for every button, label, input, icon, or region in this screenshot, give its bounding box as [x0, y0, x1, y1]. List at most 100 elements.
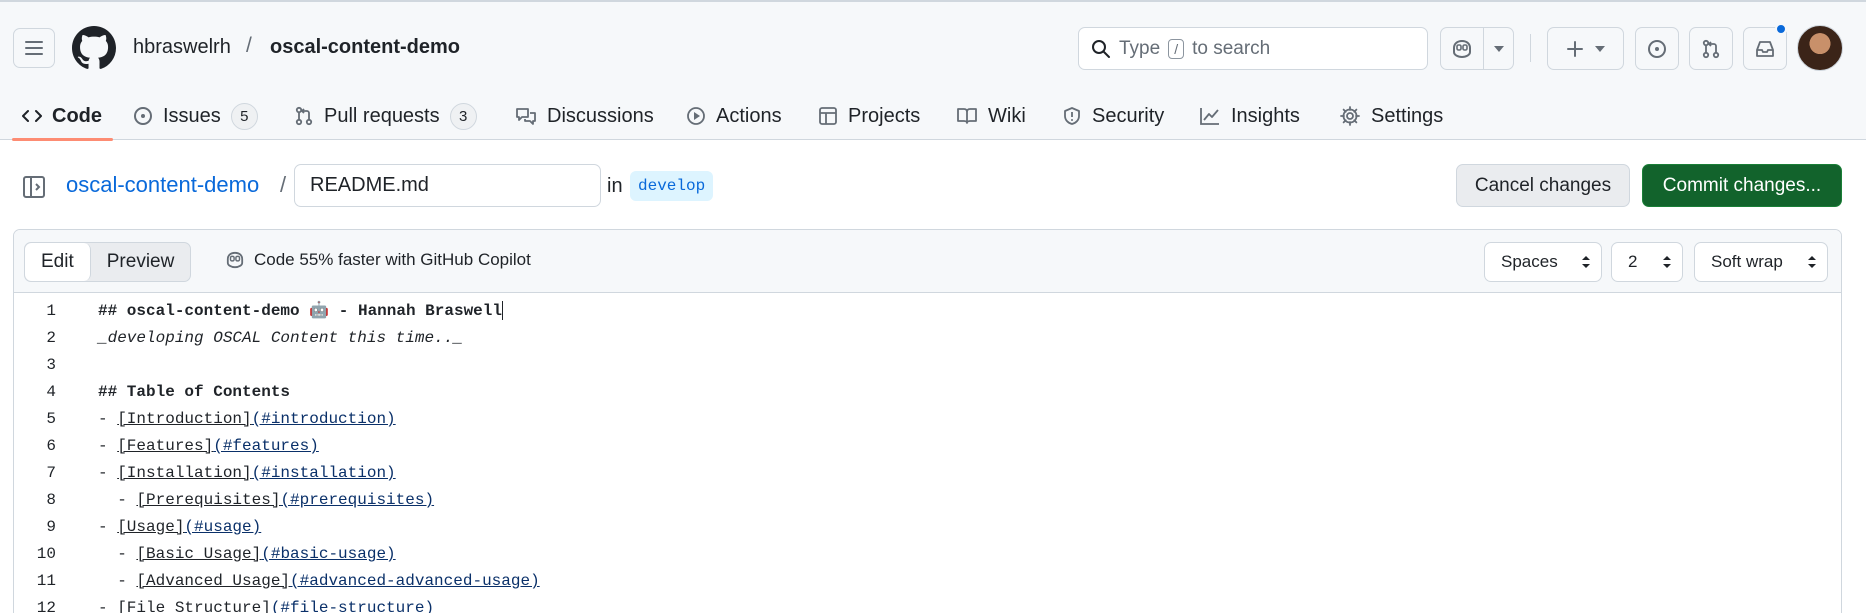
line-number: 3	[46, 356, 56, 374]
header-divider	[1530, 34, 1531, 62]
issue-opened-icon	[1648, 39, 1666, 58]
wrap-mode-value: Soft wrap	[1711, 252, 1783, 271]
link-text: [Basic Usage]	[136, 545, 262, 563]
cancel-changes-button[interactable]: Cancel changes	[1456, 164, 1630, 207]
file-breadcrumb-repo[interactable]: oscal-content-demo	[66, 172, 259, 198]
search-input[interactable]: Type / to search	[1078, 27, 1428, 70]
code-line: 8 - [Prerequisites](#prerequisites)	[14, 487, 1841, 514]
table-icon	[819, 107, 837, 125]
pull-requests-button[interactable]	[1689, 27, 1733, 70]
link-text: [Features]	[117, 437, 214, 455]
tab-wiki[interactable]: Wiki	[956, 92, 1026, 140]
copilot-hint[interactable]: Code 55% faster with GitHub Copilot	[224, 250, 531, 270]
issues-counter: 5	[230, 102, 258, 130]
repo-navigation: Code Issues 5 Pull requests 3 Discussion…	[0, 92, 1866, 140]
user-avatar[interactable]	[1797, 25, 1843, 71]
line-number: 2	[46, 329, 56, 347]
code-text: _developing OSCAL Content this time.._	[98, 329, 463, 347]
tab-discussions[interactable]: Discussions	[515, 92, 654, 140]
triangle-down-icon	[1594, 45, 1605, 52]
tab-discussions-label: Discussions	[547, 104, 654, 127]
copilot-split-button	[1440, 27, 1514, 70]
code-text: - [Usage](#usage)	[98, 518, 262, 536]
code-line: 9 - [Usage](#usage)	[14, 514, 1841, 541]
code-line: 7 - [Installation](#installation)	[14, 460, 1841, 487]
code-text: - [Basic Usage](#basic-usage)	[98, 545, 396, 563]
triangle-down-icon	[1493, 45, 1504, 52]
tab-wiki-label: Wiki	[988, 104, 1026, 127]
issue-opened-icon	[134, 107, 152, 125]
file-editor: Edit Preview Code 55% faster with GitHub…	[13, 229, 1842, 613]
select-arrows-icon	[1582, 256, 1590, 268]
link-href: (#prerequisites)	[280, 491, 435, 509]
code-line: 1 ## oscal-content-demo 🤖 - Hannah Brasw…	[14, 298, 1841, 325]
git-pull-request-icon	[1702, 39, 1720, 58]
link-href: (#file-structure)	[270, 599, 435, 613]
plus-icon	[1566, 40, 1583, 57]
branch-prefix-label: in	[607, 175, 623, 197]
indent-size-select[interactable]: 2	[1611, 242, 1683, 282]
graph-icon	[1200, 108, 1219, 125]
tab-code-label: Code	[52, 104, 102, 127]
breadcrumb-owner[interactable]: hbraswelrh	[133, 36, 231, 59]
link-href: (#introduction)	[251, 410, 396, 428]
code-line: 11 - [Advanced Usage](#advanced-advanced…	[14, 568, 1841, 595]
tab-actions-label: Actions	[716, 104, 782, 127]
indent-mode-select[interactable]: Spaces	[1484, 242, 1602, 282]
indent-mode-value: Spaces	[1501, 252, 1558, 271]
wrap-mode-select[interactable]: Soft wrap	[1694, 242, 1828, 282]
link-text: [Prerequisites]	[136, 491, 281, 509]
tab-security[interactable]: Security	[1062, 92, 1164, 140]
link-text: [Advanced Usage]	[136, 572, 291, 590]
line-number: 1	[46, 302, 56, 320]
link-href: (#installation)	[251, 464, 396, 482]
pulls-counter: 3	[449, 102, 477, 130]
line-number: 7	[46, 464, 56, 482]
tab-issues[interactable]: Issues 5	[133, 92, 258, 140]
notification-indicator	[1775, 23, 1787, 35]
tab-code[interactable]: Code	[22, 92, 102, 140]
code-line: 2 _developing OSCAL Content this time.._	[14, 325, 1841, 352]
search-shortcut-key: /	[1168, 38, 1185, 59]
book-icon	[957, 108, 977, 124]
line-number: 4	[46, 383, 56, 401]
code-text: - [Prerequisites](#prerequisites)	[98, 491, 435, 509]
tab-issues-label: Issues	[163, 104, 221, 127]
create-new-content	[1548, 28, 1623, 69]
shield-icon	[1064, 107, 1080, 125]
create-new-button[interactable]	[1547, 27, 1624, 70]
code-text: ## oscal-content-demo 🤖 - Hannah Braswel…	[98, 301, 503, 321]
tab-security-label: Security	[1092, 104, 1165, 127]
tab-settings[interactable]: Settings	[1339, 92, 1443, 140]
link-text: [Usage]	[117, 518, 185, 536]
tab-insights[interactable]: Insights	[1199, 92, 1300, 140]
tab-edit[interactable]: Edit	[25, 243, 91, 281]
copilot-hint-text: Code 55% faster with GitHub Copilot	[254, 250, 531, 269]
tab-preview[interactable]: Preview	[91, 243, 191, 281]
sidebar-expand-icon[interactable]	[22, 175, 46, 199]
commit-changes-button[interactable]: Commit changes...	[1642, 164, 1842, 207]
link-href: (#basic-usage)	[261, 545, 396, 563]
gear-icon	[1340, 106, 1360, 126]
copilot-button[interactable]	[1441, 28, 1483, 69]
code-area[interactable]: 1 ## oscal-content-demo 🤖 - Hannah Brasw…	[14, 294, 1841, 613]
tab-settings-label: Settings	[1371, 104, 1444, 127]
line-number: 9	[46, 518, 56, 536]
code-text: - [File Structure](#file-structure)	[98, 595, 434, 613]
hamburger-icon	[25, 41, 43, 55]
tab-projects[interactable]: Projects	[818, 92, 920, 140]
code-text: - [Introduction](#introduction)	[98, 410, 396, 428]
filename-field[interactable]: README.md	[294, 164, 601, 207]
code-text: - [Advanced Usage](#advanced-advanced-us…	[98, 572, 540, 590]
tab-actions[interactable]: Actions	[686, 92, 782, 140]
code-line: 4 ## Table of Contents	[14, 379, 1841, 406]
github-logo-icon[interactable]	[72, 26, 116, 70]
issues-button[interactable]	[1635, 27, 1679, 70]
breadcrumb-repo[interactable]: oscal-content-demo	[270, 36, 460, 59]
copilot-menu-button[interactable]	[1483, 28, 1513, 69]
tab-pull-requests-label: Pull requests	[324, 104, 440, 127]
tab-pull-requests[interactable]: Pull requests 3	[294, 92, 477, 140]
menu-button[interactable]	[13, 28, 55, 68]
copilot-icon	[226, 251, 244, 269]
link-text: [Introduction]	[117, 410, 252, 428]
